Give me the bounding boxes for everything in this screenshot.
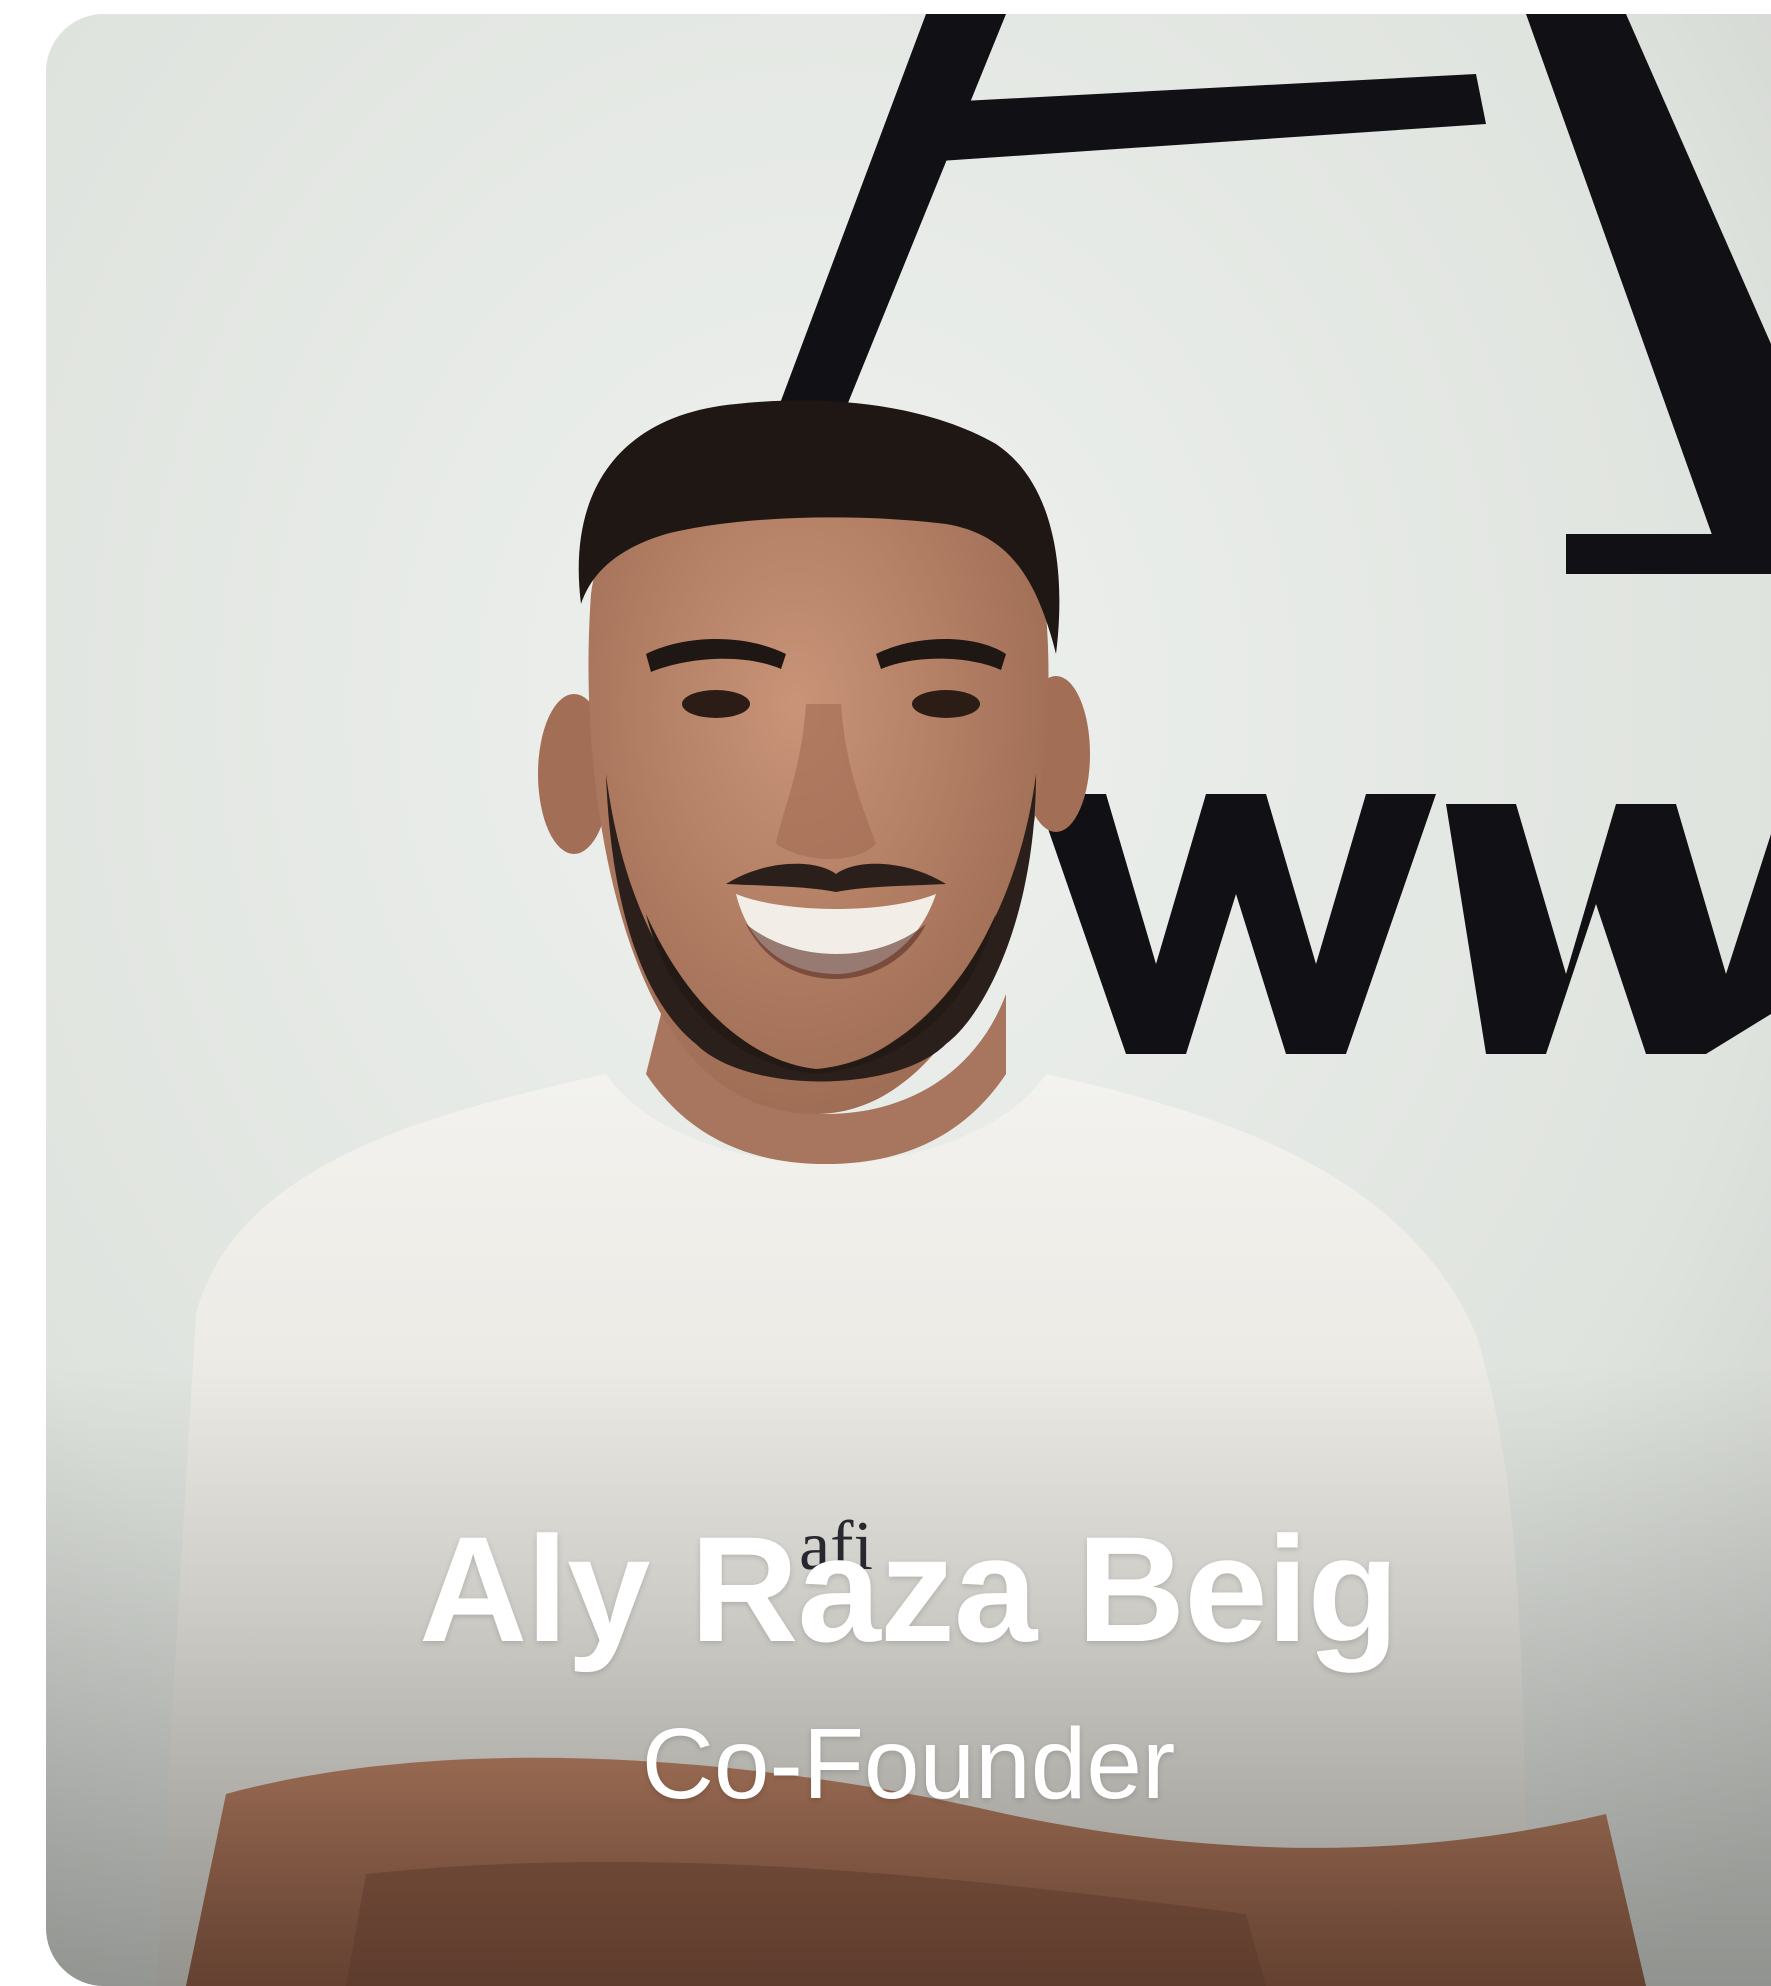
profile-card[interactable]: afi Aly Raza Beig Co-Founder xyxy=(46,14,1771,1986)
profile-photo: afi xyxy=(46,14,1771,1986)
profile-role: Co-Founder xyxy=(641,1708,1176,1820)
profile-name: Aly Raza Beig xyxy=(419,1505,1399,1673)
